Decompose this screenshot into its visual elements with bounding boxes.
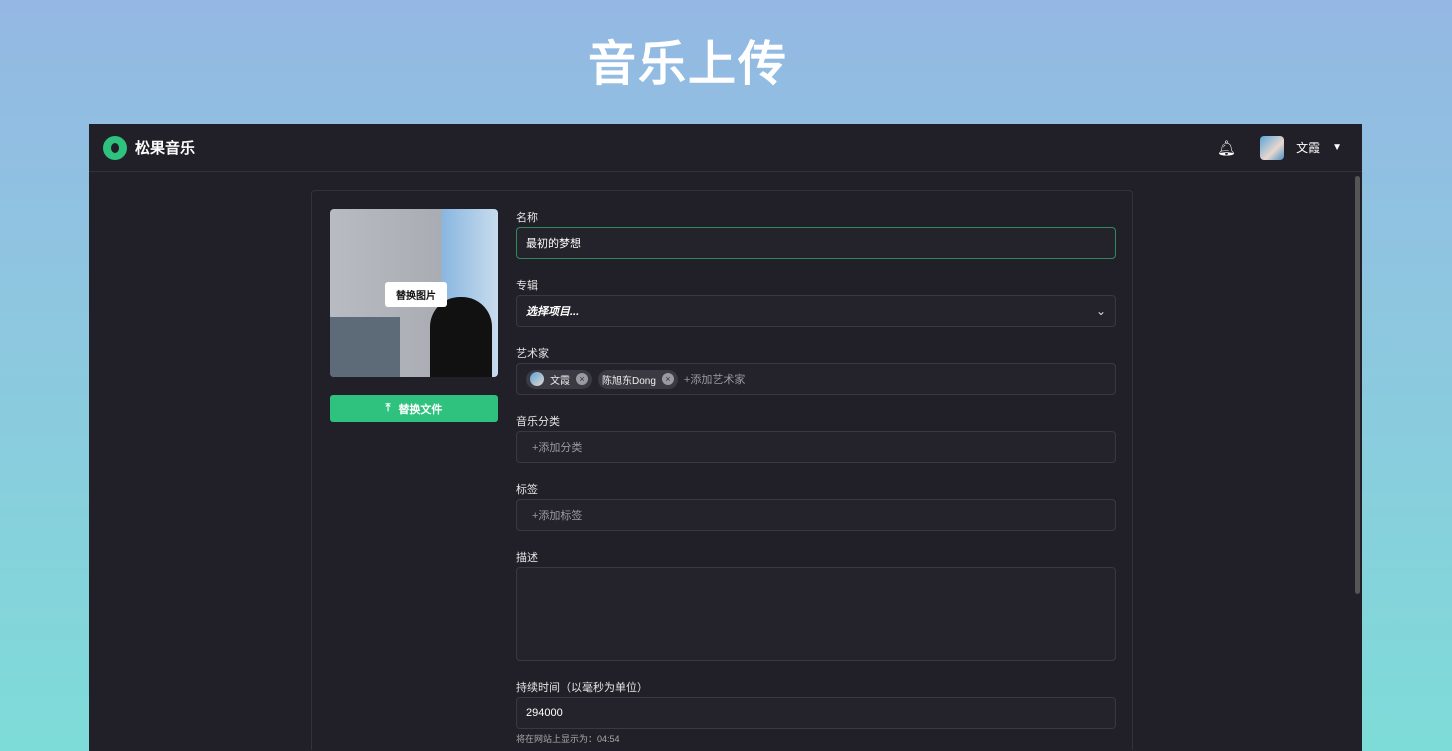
description-textarea[interactable] bbox=[516, 567, 1116, 661]
add-artist-placeholder[interactable]: +添加艺术家 bbox=[684, 371, 745, 387]
duration-label: 持续时间（以毫秒为单位） bbox=[516, 682, 648, 694]
top-bar: 松果音乐 🔔︎ 文霞 ▼ bbox=[89, 124, 1362, 172]
artists-label: 艺术家 bbox=[516, 348, 549, 360]
cover-building bbox=[330, 317, 400, 377]
remove-icon[interactable]: × bbox=[661, 373, 674, 385]
cover-image[interactable]: 替换图片 bbox=[330, 209, 498, 377]
album-label: 专辑 bbox=[516, 280, 538, 292]
avatar[interactable] bbox=[1260, 135, 1285, 160]
tags-placeholder: +添加标签 bbox=[532, 510, 583, 522]
upload-icon: ⤒ bbox=[385, 402, 391, 414]
genre-placeholder: +添加分类 bbox=[532, 442, 583, 454]
artist-chip: 文霞 × bbox=[526, 369, 592, 389]
page-title: 音乐上传 bbox=[587, 38, 788, 91]
caret-down-icon[interactable]: ▼ bbox=[1332, 142, 1342, 153]
description-label: 描述 bbox=[516, 552, 538, 564]
artist-chip: 陈旭东Dong × bbox=[598, 369, 678, 389]
brand-name[interactable]: 松果音乐 bbox=[135, 137, 195, 158]
tags-input[interactable]: +添加标签 bbox=[516, 499, 1116, 531]
duration-input[interactable]: 294000 bbox=[516, 697, 1116, 729]
genre-input[interactable]: +添加分类 bbox=[516, 431, 1116, 463]
name-value: 最初的梦想 bbox=[526, 238, 581, 250]
scrollbar[interactable] bbox=[1355, 176, 1360, 594]
name-label: 名称 bbox=[516, 212, 538, 224]
tags-label: 标签 bbox=[516, 484, 538, 496]
genre-label: 音乐分类 bbox=[516, 416, 560, 428]
app-window: 松果音乐 🔔︎ 文霞 ▼ 替换图片 ⤒ 替换文件 名称 最初的梦想 专辑 选择项目… bbox=[89, 124, 1362, 751]
artist-chip-label: 文霞 bbox=[550, 375, 570, 387]
name-input[interactable]: 最初的梦想 bbox=[516, 227, 1116, 259]
upload-card: 替换图片 ⤒ 替换文件 名称 最初的梦想 专辑 选择项目... ⌄ 艺术家 文霞 × … bbox=[311, 190, 1133, 750]
artists-input[interactable]: 文霞 × 陈旭东Dong × +添加艺术家 bbox=[516, 363, 1116, 395]
artist-avatar bbox=[530, 372, 544, 386]
remove-icon[interactable]: × bbox=[576, 373, 588, 385]
duration-hint: 将在网站上显示为：04:54 bbox=[516, 734, 620, 744]
logo-icon bbox=[103, 135, 127, 160]
cover-person bbox=[430, 297, 492, 377]
replace-file-label: 替换文件 bbox=[398, 403, 443, 416]
user-name[interactable]: 文霞 bbox=[1296, 139, 1320, 156]
duration-value: 294000 bbox=[526, 707, 563, 719]
album-value: 选择项目... bbox=[526, 306, 580, 318]
chevron-down-icon: ⌄ bbox=[1095, 304, 1106, 318]
replace-file-button[interactable]: ⤒ 替换文件 bbox=[330, 395, 498, 422]
music-form: 名称 最初的梦想 专辑 选择项目... ⌄ 艺术家 文霞 × 陈旭东Dong × +添… bbox=[516, 209, 1116, 745]
replace-image-button[interactable]: 替换图片 bbox=[385, 282, 447, 307]
artist-chip-label: 陈旭东Dong bbox=[602, 375, 656, 387]
album-select[interactable]: 选择项目... ⌄ bbox=[516, 295, 1116, 327]
bell-icon[interactable]: 🔔︎ bbox=[1217, 139, 1236, 157]
